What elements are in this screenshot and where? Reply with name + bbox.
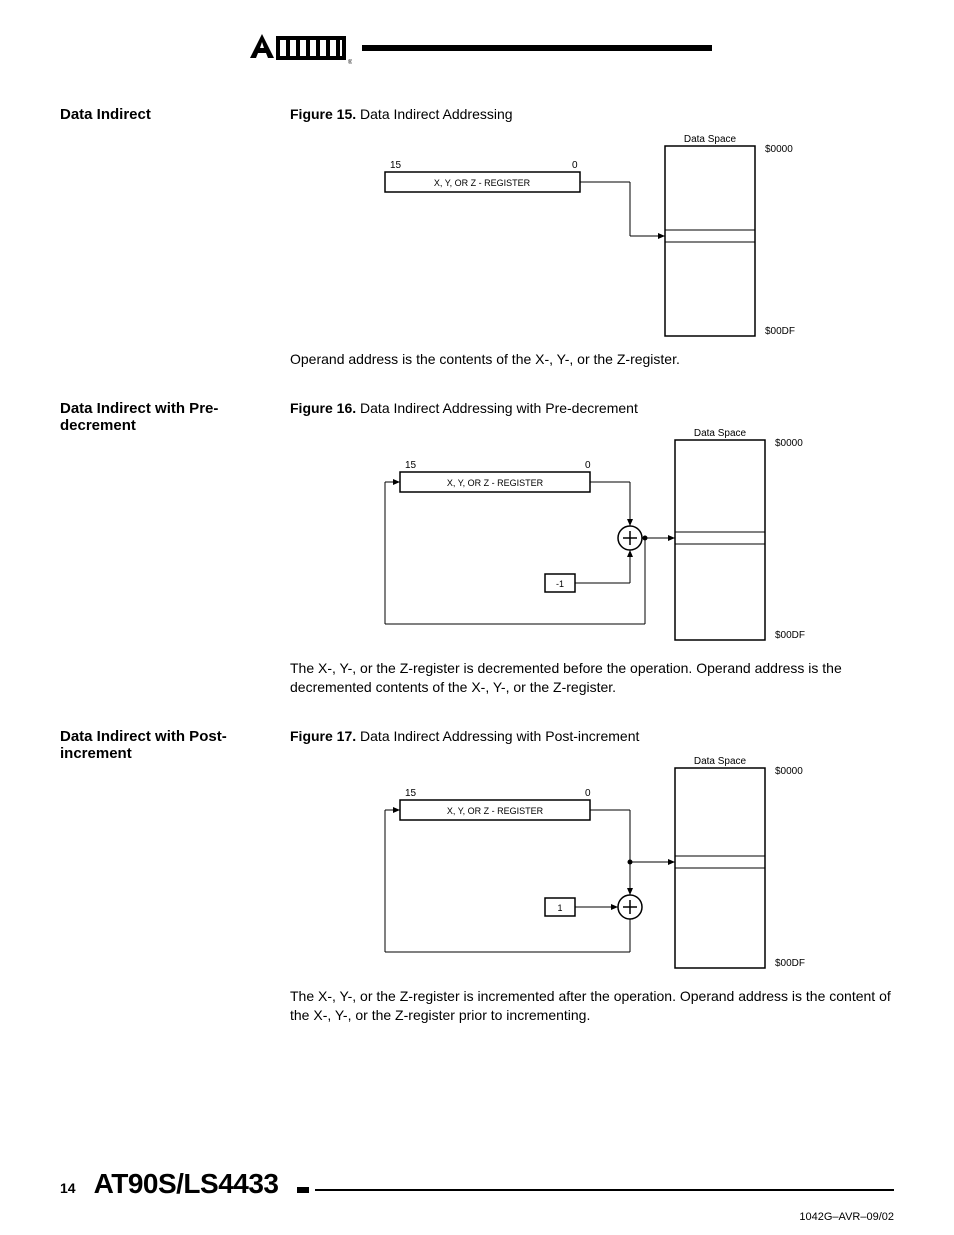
addr-bottom: $00DF xyxy=(775,630,805,641)
reg-bit-left: 15 xyxy=(390,160,402,171)
data-space-label: Data Space xyxy=(694,756,747,767)
reg-name: X, Y, OR Z - REGISTER xyxy=(447,806,544,816)
addr-bottom: $00DF xyxy=(775,958,805,969)
addr-top: $0000 xyxy=(775,766,803,777)
reg-name: X, Y, OR Z - REGISTER xyxy=(447,478,544,488)
figure-15-diagram: Data Space $0000 $00DF 15 0 X, Y, OR Z -… xyxy=(290,130,830,340)
figure-label: Figure 17. xyxy=(290,728,356,744)
figure-label: Figure 16. xyxy=(290,400,356,416)
footer-rule xyxy=(297,1187,895,1193)
reg-bit-right: 0 xyxy=(572,160,578,171)
page-number: 14 xyxy=(60,1180,76,1196)
reg-bit-right: 0 xyxy=(585,460,591,471)
figure-caption: Figure 17. Data Indirect Addressing with… xyxy=(290,728,894,744)
section-pre-decrement: Data Indirect with Pre-decrement Figure … xyxy=(60,400,894,708)
section-data-indirect: Data Indirect Figure 15. Data Indirect A… xyxy=(60,106,894,380)
figure-title-text: Data Indirect Addressing with Pre-decrem… xyxy=(360,400,638,416)
addr-bottom: $00DF xyxy=(765,326,795,337)
reg-bit-left: 15 xyxy=(405,460,417,471)
addr-top: $0000 xyxy=(765,144,793,155)
reg-bit-left: 15 xyxy=(405,788,417,799)
reg-name: X, Y, OR Z - REGISTER xyxy=(434,178,531,188)
side-title: Data Indirect with Pre-decrement xyxy=(60,400,270,708)
side-title: Data Indirect xyxy=(60,106,270,380)
doc-title: AT90S/LS4433 xyxy=(94,1168,279,1200)
figure-title-text: Data Indirect Addressing xyxy=(360,106,513,122)
section-body: Operand address is the contents of the X… xyxy=(290,350,894,370)
page-header: ® xyxy=(0,0,954,86)
doc-code: 1042G–AVR–09/02 xyxy=(799,1211,894,1223)
page-footer: 14 AT90S/LS4433 xyxy=(0,1168,954,1200)
page-content: Data Indirect Figure 15. Data Indirect A… xyxy=(0,106,954,1036)
figure-caption: Figure 16. Data Indirect Addressing with… xyxy=(290,400,894,416)
figure-17-diagram: Data Space $0000 $00DF 15 0 X, Y, OR Z -… xyxy=(290,752,830,977)
data-space-label: Data Space xyxy=(694,428,747,439)
figure-16-diagram: Data Space $0000 $00DF 15 0 X, Y, OR Z -… xyxy=(290,424,830,649)
addr-top: $0000 xyxy=(775,438,803,449)
header-rule xyxy=(362,45,712,51)
figure-caption: Figure 15. Data Indirect Addressing xyxy=(290,106,894,122)
data-space-label: Data Space xyxy=(684,134,737,145)
section-body: The X-, Y-, or the Z-register is decreme… xyxy=(290,659,894,698)
atmel-logo: ® xyxy=(242,30,352,66)
figure-label: Figure 15. xyxy=(290,106,356,122)
section-body: The X-, Y-, or the Z-register is increme… xyxy=(290,987,894,1026)
side-title: Data Indirect with Post-increment xyxy=(60,728,270,1036)
svg-text:®: ® xyxy=(348,59,352,66)
offset-value: 1 xyxy=(557,903,562,913)
reg-bit-right: 0 xyxy=(585,788,591,799)
offset-value: -1 xyxy=(556,579,564,589)
section-post-increment: Data Indirect with Post-increment Figure… xyxy=(60,728,894,1036)
figure-title-text: Data Indirect Addressing with Post-incre… xyxy=(360,728,639,744)
